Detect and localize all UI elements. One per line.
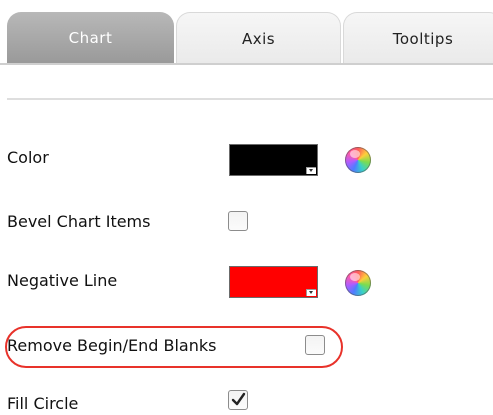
fill-circle-label: Fill Circle bbox=[7, 394, 79, 413]
tab-chart-label: Chart bbox=[68, 29, 113, 47]
dropdown-arrow-icon bbox=[306, 167, 316, 174]
remove-blanks-checkbox[interactable] bbox=[305, 335, 325, 355]
tab-axis-label: Axis bbox=[241, 29, 276, 48]
color-swatch-button[interactable] bbox=[229, 144, 318, 176]
negative-line-label: Negative Line bbox=[7, 271, 118, 290]
color-label: Color bbox=[7, 148, 49, 167]
bevel-chart-items-checkbox[interactable] bbox=[228, 211, 248, 231]
bevel-chart-items-label: Bevel Chart Items bbox=[7, 212, 151, 231]
tab-tooltips-label: Tooltips bbox=[392, 29, 454, 48]
checkmark-icon bbox=[231, 392, 246, 406]
fill-circle-checkbox[interactable] bbox=[228, 390, 248, 410]
tab-strip-border bbox=[0, 63, 493, 65]
tab-chart[interactable]: Chart bbox=[7, 12, 174, 64]
remove-blanks-label: Remove Begin/End Blanks bbox=[7, 336, 217, 355]
dropdown-arrow-icon bbox=[306, 289, 316, 296]
color-wheel-icon[interactable] bbox=[345, 270, 371, 296]
section-divider bbox=[7, 98, 493, 100]
negative-line-swatch-button[interactable] bbox=[229, 266, 318, 298]
tab-axis[interactable]: Axis bbox=[176, 12, 341, 64]
tab-tooltips[interactable]: Tooltips bbox=[343, 12, 493, 64]
color-wheel-icon[interactable] bbox=[345, 147, 371, 173]
